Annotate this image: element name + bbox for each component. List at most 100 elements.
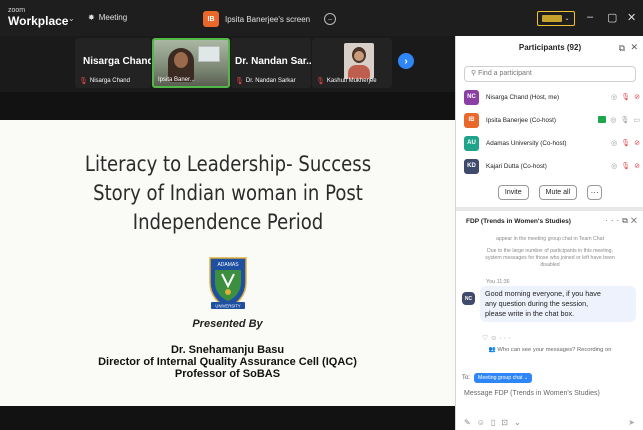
avatar: AU: [464, 135, 479, 151]
tile-label-text: Kashuti Mukherjee: [326, 78, 377, 84]
chat-message[interactable]: Good morning everyone, if you have any q…: [480, 286, 636, 322]
video-tile-nisarga[interactable]: Nisarga Chand 🎙 Nisarga Chand: [75, 38, 151, 88]
message-line: please write in the chat box.: [485, 309, 575, 318]
share-avatar: IB: [203, 11, 219, 27]
share-options-icon[interactable]: –: [324, 13, 337, 25]
participant-search-input[interactable]: ⚲ Find a participant: [464, 66, 636, 82]
chat-header: FDP (Trends in Women's Studies) ···⧉✕: [456, 212, 643, 232]
system-message: system messages for those who joined or …: [485, 255, 615, 261]
meeting-menu[interactable]: ✸ Meeting: [88, 13, 127, 22]
video-face: [174, 52, 188, 68]
view-button[interactable]: ⌄: [537, 11, 575, 26]
next-page-chevron-icon[interactable]: ›: [398, 53, 414, 69]
send-icon[interactable]: ➤: [628, 418, 635, 427]
avatar: KD: [464, 158, 479, 174]
video-tile-nandan[interactable]: Dr. Nandan Sar... 🎙 Dr. Nandan Sarkar: [231, 38, 311, 88]
photo-face: [354, 51, 364, 61]
hidden-icon: ◎: [611, 94, 618, 101]
mic-muted-icon: 🎙: [621, 94, 631, 101]
tile-label: 🎙 Nisarga Chand: [79, 77, 130, 85]
meeting-icon: ✸: [88, 13, 95, 22]
invite-button[interactable]: Invite: [497, 185, 529, 200]
chat-toolbar-icons[interactable]: ✎☺▯⊡⌄: [464, 418, 527, 427]
system-message: Due to the large number of participants …: [486, 248, 613, 254]
mic-muted-icon: 🎙: [621, 163, 631, 170]
close-panel-icon[interactable]: ✕: [630, 42, 638, 53]
participants-header: Participants (92): [518, 43, 582, 52]
slide-title-line: Story of Indian woman in Post: [93, 181, 363, 205]
slide-title-line: Independence Period: [132, 210, 324, 234]
zoom-logo: zoom Workplace: [8, 5, 68, 27]
crest-bottom-text: UNIVERSITY: [215, 304, 240, 309]
participant-status: ◎ 🎙 ⊘: [611, 162, 640, 170]
close-button[interactable]: ✕: [627, 11, 636, 24]
search-placeholder: Find a participant: [478, 70, 532, 77]
side-panel: Participants (92) ⧉ ✕ ⚲ Find a participa…: [455, 36, 643, 430]
brand-menu-chevron-icon[interactable]: ⌄: [68, 14, 75, 23]
tile-label: Ipsita Baner...: [158, 77, 195, 83]
message-line: Good morning everyone, if you have: [485, 289, 601, 298]
minimize-button[interactable]: –: [587, 11, 593, 23]
chat-header-icons[interactable]: ···⧉✕: [605, 216, 640, 226]
more-options-button[interactable]: ···: [587, 185, 603, 200]
video-tile-ipsita[interactable]: Ipsita Baner...: [152, 38, 230, 88]
who-can-see-text: Who can see your messages? Recording on: [497, 347, 612, 353]
video-off-icon: ⊘: [634, 140, 640, 147]
video-strip: Nisarga Chand 🎙 Nisarga Chand Ipsita Ban…: [0, 36, 455, 92]
presenter-role: Director of Internal Quality Assurance C…: [98, 356, 357, 368]
mic-muted-icon: 🎙: [235, 78, 244, 85]
maximize-button[interactable]: ▢: [607, 11, 617, 24]
screen-share-icon: [598, 116, 607, 123]
presenter-block: Dr. Snehamanju Basu Director of Internal…: [0, 344, 455, 380]
participant-name: Kajari Dutta (Co-host): [486, 162, 547, 170]
presenter-title: Professor of SoBAS: [174, 368, 281, 380]
popout-icon[interactable]: ⧉: [619, 43, 625, 54]
screen-share-indicator[interactable]: IB Ipsita Banerjee's screen –: [203, 11, 337, 27]
university-crest-icon: ADAMAS UNIVERSITY: [209, 257, 247, 309]
chat-title: FDP (Trends in Women's Studies): [466, 218, 572, 225]
mute-all-button[interactable]: Mute all: [538, 185, 578, 200]
share-label: Ipsita Banerjee's screen: [225, 14, 311, 24]
hidden-icon: ◎: [610, 117, 617, 124]
zoom-window: zoom Workplace ⌄ ✸ Meeting IB Ipsita Ban…: [0, 0, 643, 430]
profile-photo: [344, 43, 374, 79]
who-can-see[interactable]: 👥 Who can see your messages? Recording o…: [456, 347, 643, 353]
video-tile-kashuti[interactable]: 🎙 Kashuti Mukherjee: [312, 38, 392, 88]
presented-by: Presented By: [192, 318, 263, 330]
panel-divider: [456, 207, 643, 211]
participant-row[interactable]: KD Kajari Dutta (Co-host) ◎ 🎙 ⊘: [464, 155, 640, 177]
people-icon: 👥: [488, 347, 496, 353]
message-sender-time: You 11:36: [486, 279, 510, 285]
participant-row[interactable]: IB Ipsita Banerjee (Co-host) ◎ 🎙 ▭: [464, 109, 640, 131]
video-whiteboard: [198, 46, 220, 62]
search-icon: ⚲: [471, 70, 477, 77]
participant-name: Adamas University (Co-host): [486, 139, 567, 147]
message-reaction-icons[interactable]: ♡☺···: [482, 334, 512, 342]
slide-title: Literacy to Leadership- Success Story of…: [65, 150, 392, 237]
view-chevron-icon: ⌄: [564, 16, 570, 22]
tile-label-text: Ipsita Baner...: [158, 77, 195, 83]
brand-workplace: Workplace: [8, 14, 69, 28]
video-off-icon: ⊘: [634, 94, 640, 101]
participant-status: ◎ 🎙 ⊘: [611, 93, 640, 101]
message-line: any question during the session,: [485, 299, 589, 308]
recipient-dropdown[interactable]: Meeting group chat ⌄: [474, 373, 533, 383]
avatar: IB: [464, 112, 479, 128]
tile-label-text: Nisarga Chand: [89, 78, 130, 84]
tile-name: Dr. Nandan Sar...: [235, 56, 311, 67]
tile-label-text: Dr. Nandan Sarkar: [245, 78, 296, 84]
participant-name: Nisarga Chand (Host, me): [486, 93, 560, 101]
chat-message-input[interactable]: Message FDP (Trends in Women's Studies): [464, 390, 600, 397]
video-icon: ▭: [633, 117, 640, 124]
participant-row[interactable]: AU Adamas University (Co-host) ◎ 🎙 ⊘: [464, 132, 640, 154]
system-message: appear in the meeting group chat in Team…: [495, 236, 605, 242]
view-layout-icon: [542, 15, 563, 22]
participant-row[interactable]: NC Nisarga Chand (Host, me) ◎ 🎙 ⊘: [464, 86, 640, 108]
avatar: NC: [464, 89, 479, 105]
hidden-icon: ◎: [611, 140, 618, 147]
participant-status: ◎ 🎙 ▭: [598, 116, 640, 124]
slide-title-line: Literacy to Leadership- Success: [84, 152, 372, 176]
shared-slide: Literacy to Leadership- Success Story of…: [0, 120, 455, 406]
recipient-selector: To: Meeting group chat ⌄: [462, 373, 533, 383]
tile-label: 🎙 Dr. Nandan Sarkar: [235, 77, 296, 85]
